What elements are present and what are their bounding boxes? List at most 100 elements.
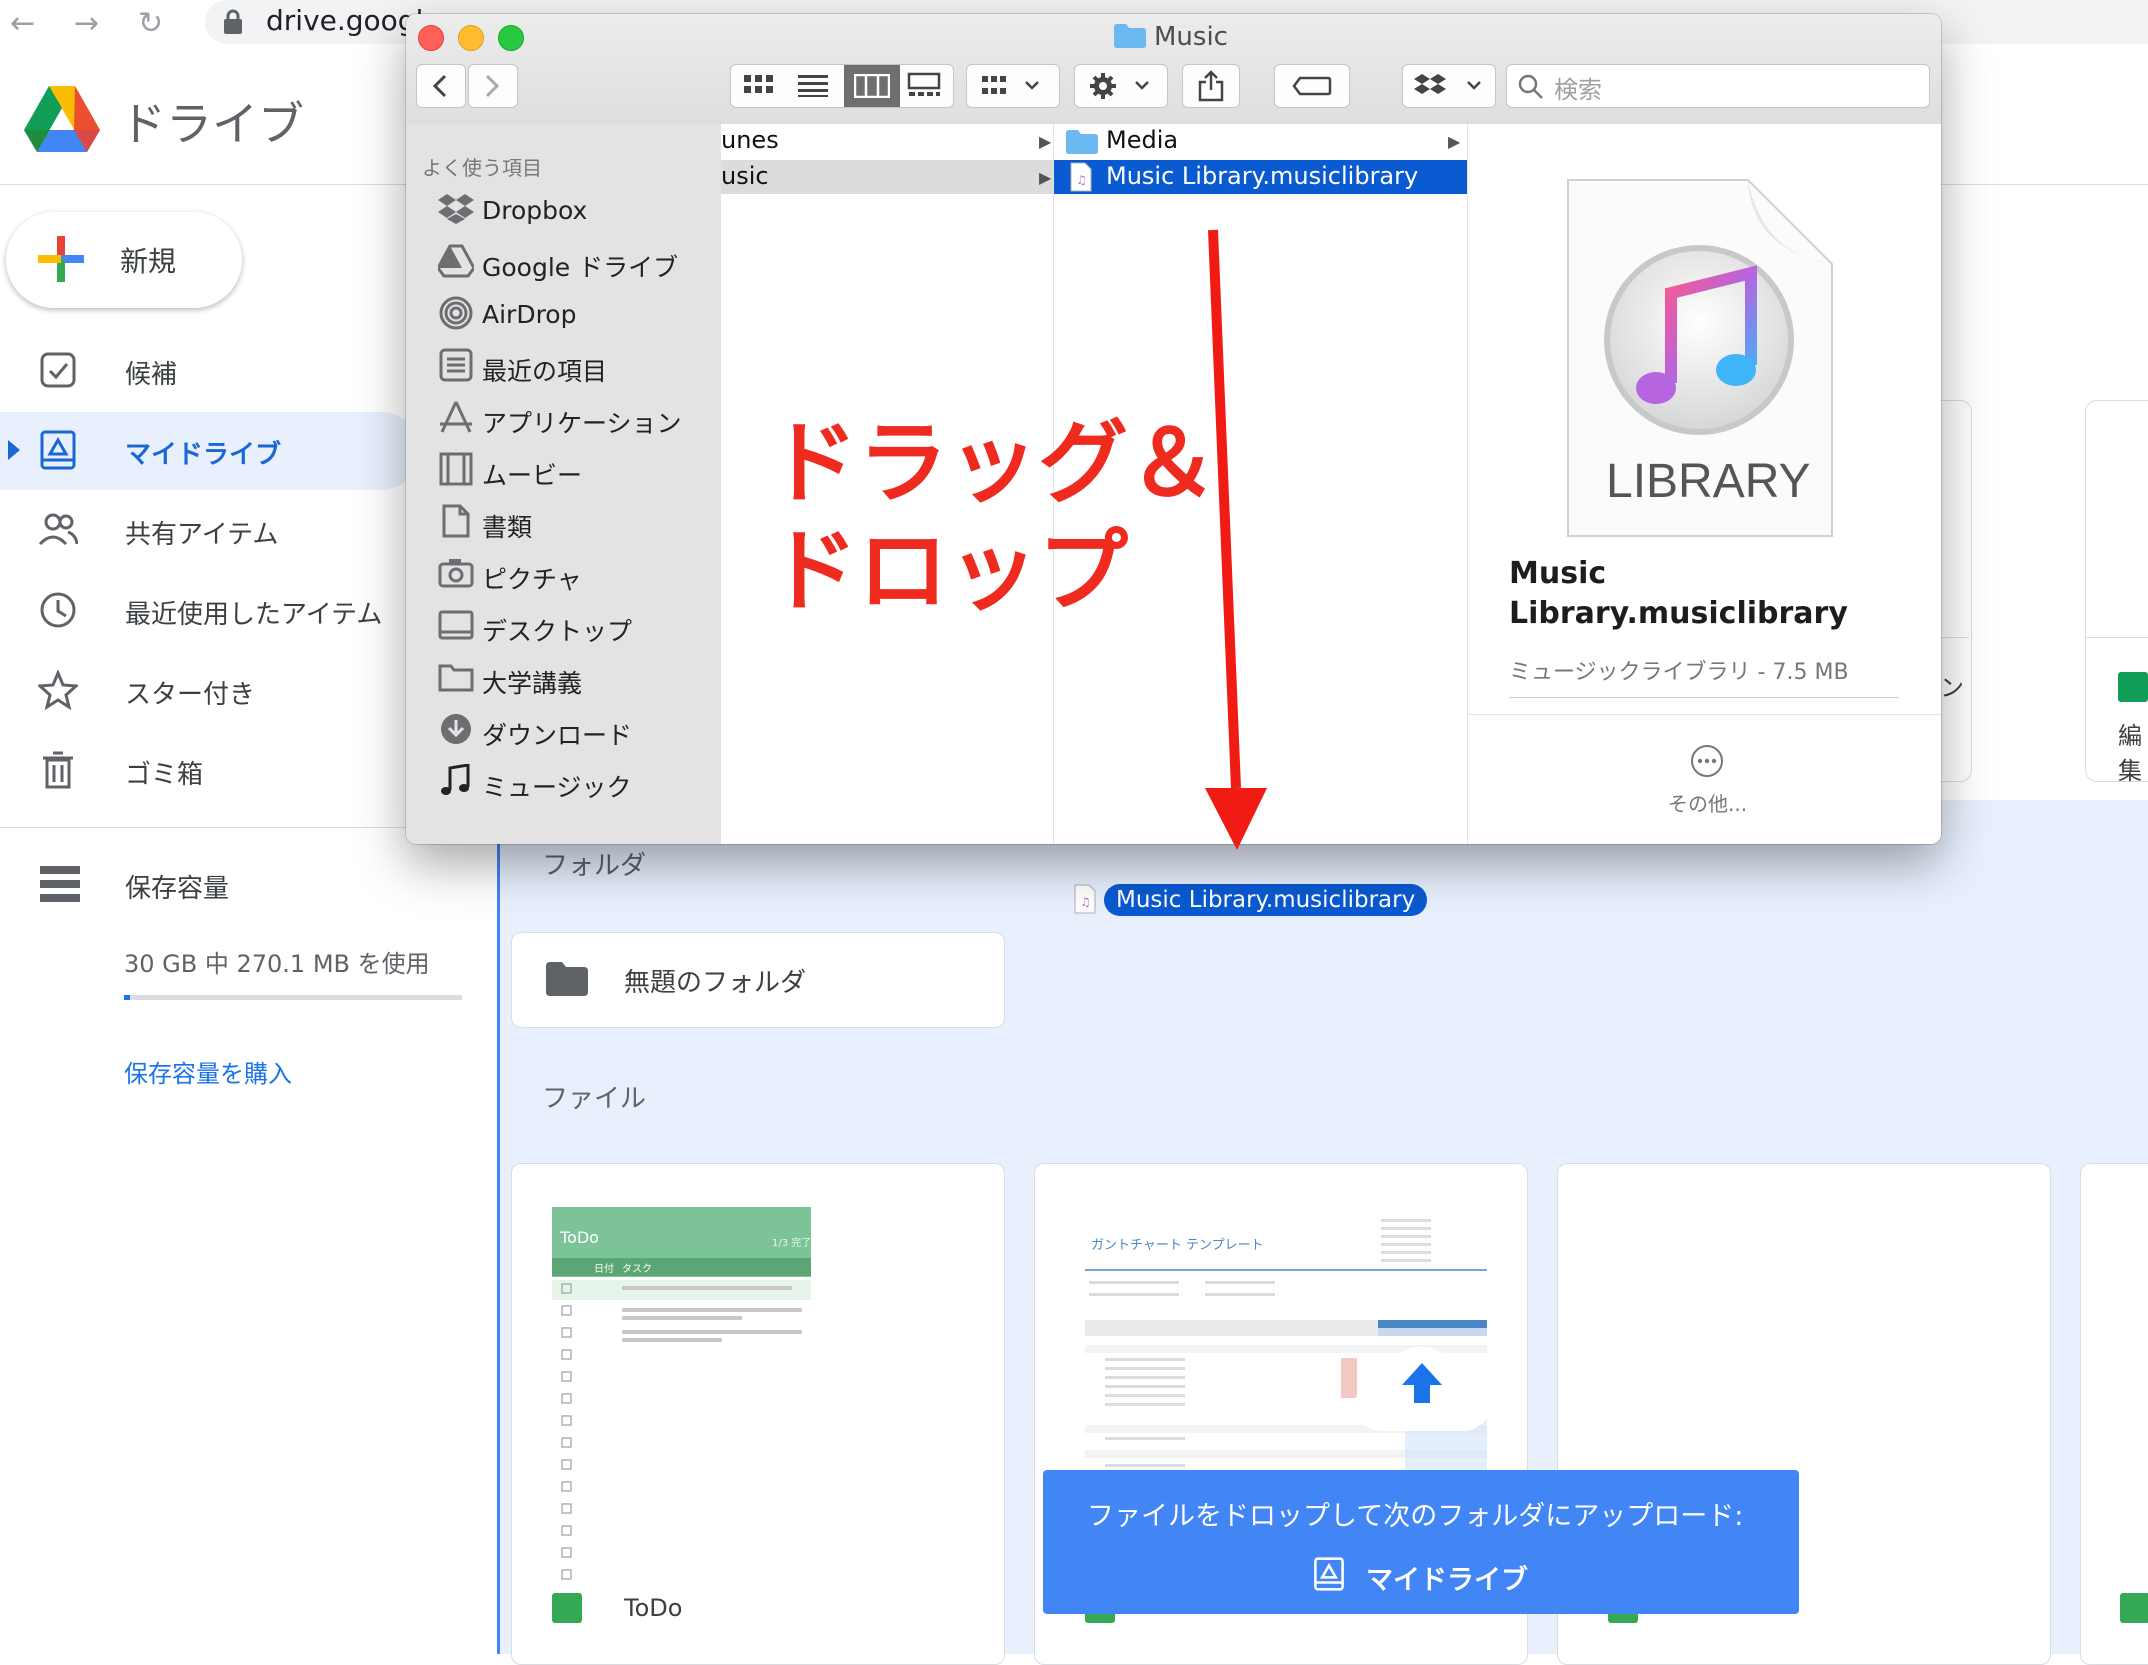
cloud-upload-icon (1354, 1346, 1493, 1431)
todo-thumb-col-task: タスク (622, 1264, 652, 1275)
search-placeholder: 検索 (1554, 76, 1602, 104)
drag-drop-annotation: ドラッグ＆ ドロップ (768, 410, 1218, 626)
sidebar-label-airdrop: AirDrop (482, 300, 577, 329)
search-icon (1518, 74, 1543, 99)
chevron-right-icon: ▶ (1448, 132, 1461, 151)
folder-icon (438, 664, 474, 692)
folder-icon (546, 962, 588, 996)
sidebar-label-movies: ムービー (482, 461, 583, 490)
storage-progress-fill (124, 995, 130, 1000)
zoom-window-button[interactable] (498, 25, 524, 51)
preview-file-name: Music Library.musiclibrary (1509, 556, 1848, 631)
chevron-right-icon: ▶ (1039, 168, 1052, 187)
preview-divider (1509, 697, 1899, 698)
star-icon (38, 670, 78, 710)
drive-title: ドライブ (120, 97, 304, 151)
musiclibrary-file-icon: ♫ (1074, 884, 1096, 914)
list-view-icon[interactable] (796, 72, 830, 98)
sheets-icon (2118, 672, 2148, 702)
nav-label-recent: 最近使用したアイテム (125, 600, 383, 630)
folder-name: 無題のフォルダ (624, 968, 807, 998)
storage-label[interactable]: 保存容量 (125, 868, 229, 905)
sidebar-label-google-drive: Google ドライブ (482, 253, 679, 282)
close-window-button[interactable] (418, 25, 444, 51)
chevron-right-icon (485, 74, 500, 98)
storage-usage: 30 GB 中 270.1 MB を使用 (124, 950, 430, 978)
finder-title: Music (1154, 22, 1228, 52)
gear-icon (1090, 73, 1149, 99)
sheets-icon (2120, 1593, 2148, 1623)
column-item-music-label: usic (721, 162, 769, 190)
sidebar-label-university: 大学講義 (482, 669, 583, 698)
file-card-top-a-label: ン (1940, 674, 1964, 702)
my-drive-icon (40, 430, 76, 470)
column-item-itunes-label: unes (721, 126, 779, 154)
column-item-media-label: Media (1106, 126, 1179, 154)
group-icon (982, 76, 1039, 94)
folder-icon (1114, 24, 1146, 48)
reload-icon[interactable]: ↻ (138, 6, 163, 41)
annotation-line-2: ドロップ (768, 519, 1128, 624)
svg-text:♫: ♫ (1080, 895, 1091, 909)
upload-toast-message: ファイルをドロップして次のフォルダにアップロード: (1087, 1501, 1744, 1532)
documents-icon (442, 504, 470, 538)
column-view-icon (854, 74, 890, 98)
address-text: drive.googl (266, 4, 424, 37)
dropbox-icon (1414, 74, 1481, 94)
todo-thumb-title: ToDo (560, 1228, 599, 1247)
back-icon[interactable]: ← (10, 6, 35, 41)
todo-thumb-count: 1/3 完了 (772, 1238, 812, 1249)
file-card-4[interactable] (2080, 1163, 2148, 1665)
folder-icon (1066, 130, 1098, 154)
chevron-left-icon (432, 74, 447, 98)
favorites-header: よく使う項目 (422, 156, 542, 180)
movies-icon (439, 452, 473, 486)
downloads-icon (441, 714, 471, 744)
sidebar-label-desktop: デスクトップ (482, 617, 633, 646)
preview-more-label[interactable]: その他... (1668, 788, 1747, 817)
nav-label-trash: ゴミ箱 (125, 760, 204, 790)
gallery-view-icon[interactable] (906, 72, 942, 98)
upload-toast-target: マイドライブ (1366, 1565, 1528, 1596)
sidebar-label-music: ミュージック (482, 773, 632, 802)
drag-ghost-label: Music Library.musiclibrary (1104, 884, 1428, 916)
sidebar-label-documents: 書類 (482, 513, 533, 542)
todo-thumb-colhead (552, 1258, 811, 1276)
file-card-top-b-label: 編集 (2118, 722, 2142, 785)
desktop-icon (438, 610, 474, 640)
todo-thumb-col-date: 日付 (594, 1264, 614, 1275)
card-divider (2086, 637, 2148, 638)
forward-icon[interactable]: → (74, 6, 99, 41)
check-box-icon (40, 352, 76, 388)
minimize-window-button[interactable] (458, 25, 484, 51)
sidebar-label-recents: 最近の項目 (482, 357, 608, 386)
column-item-music-library-label: Music Library.musiclibrary (1106, 162, 1419, 190)
buy-storage-link[interactable]: 保存容量を購入 (124, 1054, 292, 1089)
nav-label-shared: 共有アイテム (125, 520, 279, 550)
trash-icon (43, 751, 73, 789)
nav-label-suggested: 候補 (125, 360, 178, 390)
red-arrow-annotation (1205, 229, 1267, 850)
new-button-label: 新規 (120, 245, 177, 278)
column-item-music[interactable] (721, 160, 1053, 194)
share-icon (1198, 70, 1224, 102)
airdrop-icon (439, 296, 473, 330)
dropbox-icon (438, 194, 474, 224)
nav-label-starred: スター付き (125, 680, 256, 710)
ellipsis-circle-icon[interactable] (1690, 744, 1724, 778)
sidebar-label-dropbox: Dropbox (482, 196, 588, 225)
recents-icon (439, 348, 473, 382)
sidebar-label-downloads: ダウンロード (482, 721, 633, 750)
nav-label-my-drive: マイドライブ (125, 440, 282, 470)
applications-icon (440, 401, 472, 433)
storage-progress-bar (124, 995, 462, 1000)
tag-icon (1292, 76, 1332, 96)
storage-icon (40, 866, 80, 902)
preview-file-meta: ミュージックライブラリ - 7.5 MB (1509, 660, 1849, 685)
plus-icon (38, 236, 84, 282)
file-name-todo: ToDo (624, 1594, 683, 1622)
music-icon (441, 764, 470, 795)
icon-view-icon[interactable] (742, 72, 776, 98)
google-drive-logo-icon[interactable] (24, 84, 100, 152)
sheets-icon (552, 1593, 582, 1623)
